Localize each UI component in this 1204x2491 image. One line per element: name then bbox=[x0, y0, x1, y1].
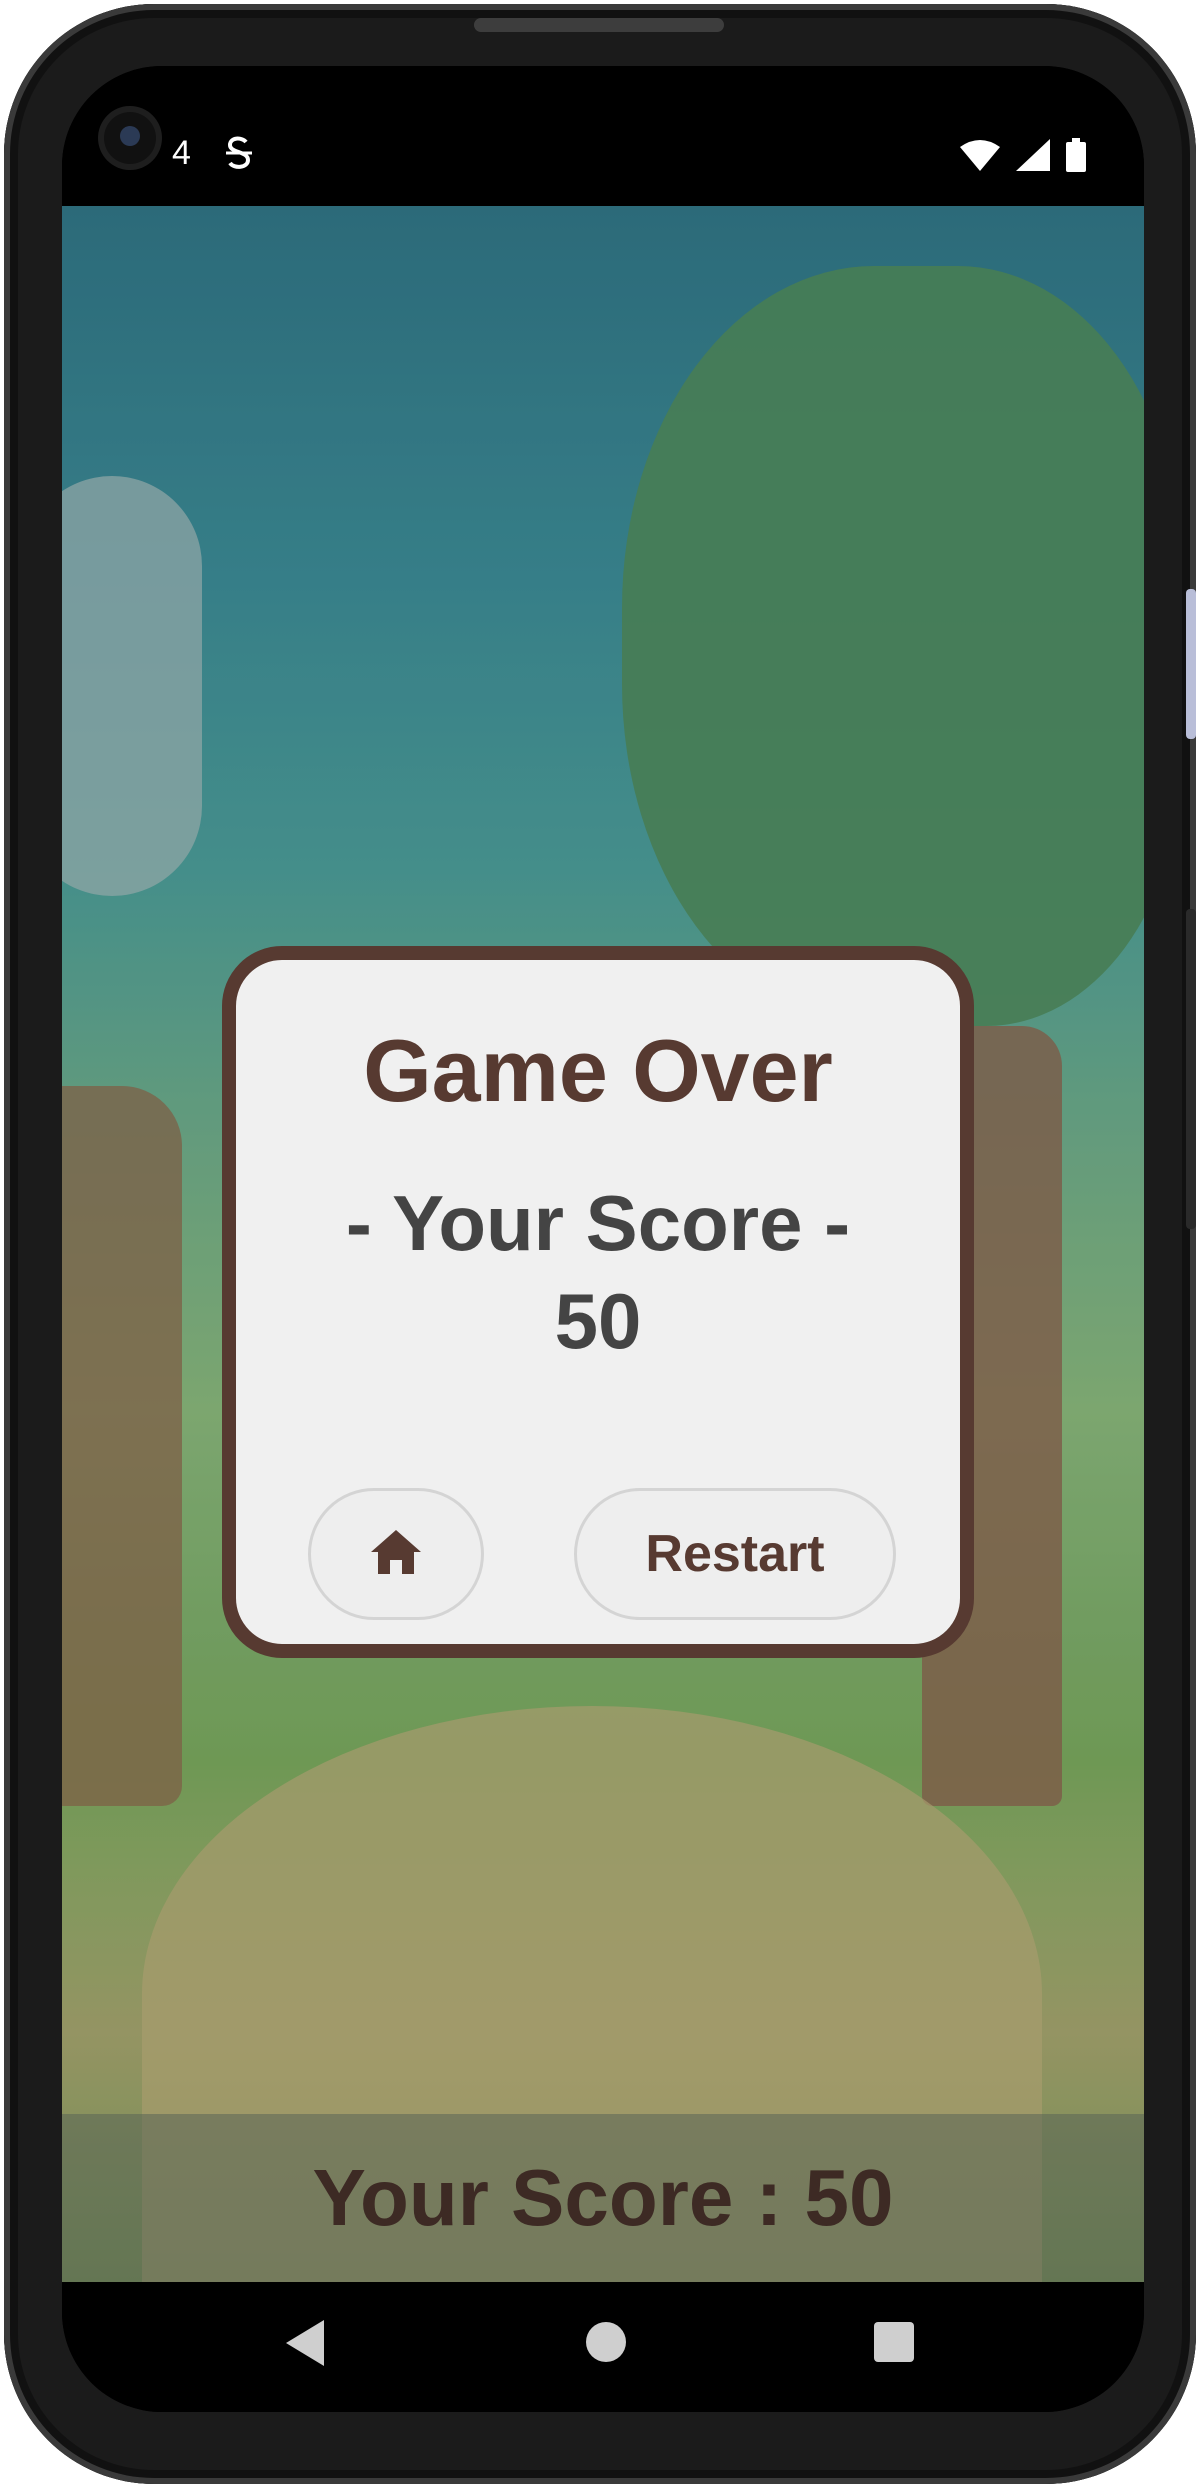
power-button bbox=[1186, 909, 1196, 1229]
status-icons bbox=[960, 138, 1086, 177]
wifi-icon bbox=[960, 139, 1000, 176]
score-bar-text: Your Score : 50 bbox=[312, 2153, 894, 2242]
home-icon bbox=[369, 1528, 423, 1581]
status-bar: 4 bbox=[62, 66, 1144, 206]
battery-icon bbox=[1066, 138, 1086, 177]
home-button[interactable] bbox=[308, 1488, 484, 1620]
phone-frame: 4 Game Over - Your Score - 50 Restart Yo… bbox=[4, 4, 1196, 2484]
game-screen: Game Over - Your Score - 50 Restart Your… bbox=[62, 206, 1144, 2282]
back-icon[interactable] bbox=[284, 2318, 326, 2373]
score-bar: Your Score : 50 bbox=[62, 2114, 1144, 2282]
front-camera-icon bbox=[104, 112, 156, 164]
navigation-bar bbox=[62, 2282, 1144, 2412]
score-value: 50 bbox=[554, 1277, 642, 1365]
restart-button[interactable]: Restart bbox=[574, 1488, 896, 1620]
game-over-dialog: Game Over - Your Score - 50 Restart bbox=[222, 946, 974, 1658]
dialog-title: Game Over bbox=[363, 1021, 833, 1120]
sim-s-icon bbox=[222, 134, 256, 181]
home-circle-icon[interactable] bbox=[586, 2322, 626, 2362]
recents-icon[interactable] bbox=[874, 2322, 914, 2362]
status-time-fragment: 4 bbox=[172, 134, 191, 172]
score-caption: - Your Score - bbox=[345, 1179, 851, 1267]
screen: 4 Game Over - Your Score - 50 Restart Yo… bbox=[62, 66, 1144, 2412]
earpiece-speaker bbox=[474, 18, 724, 32]
signal-icon bbox=[1016, 139, 1050, 176]
volume-button bbox=[1186, 589, 1196, 739]
